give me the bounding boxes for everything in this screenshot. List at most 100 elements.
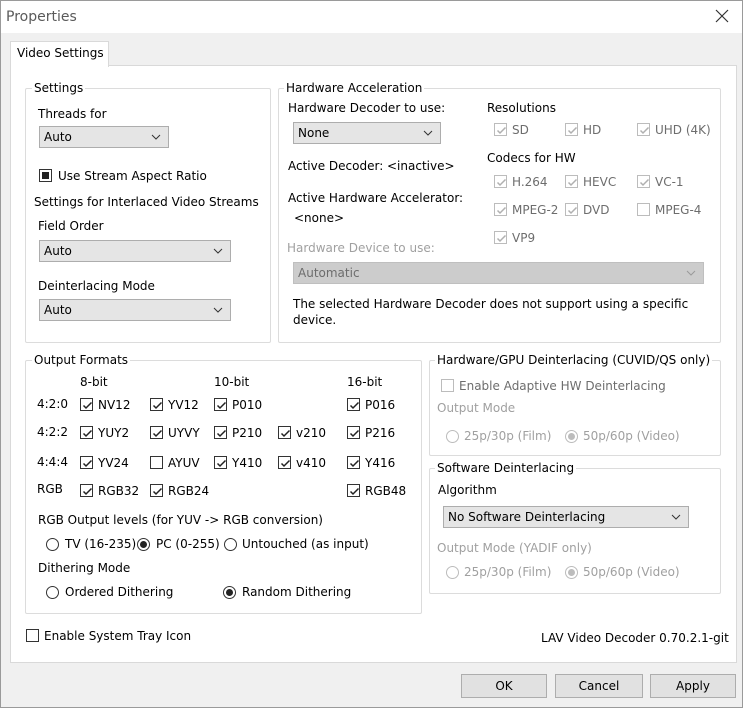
sw-output-mode-label: Output Mode (YADIF only) — [437, 541, 592, 555]
hw-film-radio[interactable] — [446, 430, 459, 443]
res-uhd-checkbox[interactable] — [637, 123, 650, 136]
codec-mpeg4-checkbox[interactable] — [637, 203, 650, 216]
pc-levels-radio[interactable] — [137, 538, 150, 551]
ordered-dither-radio[interactable] — [46, 586, 59, 599]
col-16bit-label: 16-bit — [347, 375, 383, 389]
random-dither-radio[interactable] — [223, 586, 236, 599]
res-sd-checkbox[interactable] — [494, 123, 507, 136]
rgb48-checkbox[interactable] — [347, 484, 360, 497]
hw-accel-group-label: Hardware Acceleration — [284, 81, 425, 95]
y410-checkbox[interactable] — [214, 456, 227, 469]
deint-mode-value: Auto — [44, 303, 72, 317]
rgb32-checkbox[interactable] — [80, 484, 93, 497]
y416-checkbox[interactable] — [347, 456, 360, 469]
codec-dvd-checkbox[interactable] — [565, 203, 578, 216]
row-420-label: 4:2:0 — [37, 397, 68, 411]
nv12-checkbox[interactable] — [80, 398, 93, 411]
rgb24-checkbox[interactable] — [150, 484, 163, 497]
p016-checkbox[interactable] — [347, 398, 360, 411]
title-bar: Properties — [1, 1, 742, 33]
uyvy-label: UYVY — [168, 426, 200, 440]
codec-vp9-checkbox[interactable] — [494, 231, 507, 244]
p210-checkbox[interactable] — [214, 426, 227, 439]
col-8bit-label: 8-bit — [80, 375, 108, 389]
resolutions-label: Resolutions — [487, 101, 556, 115]
algorithm-combo[interactable]: No Software Deinterlacing — [443, 506, 689, 528]
row-444-label: 4:4:4 — [37, 455, 68, 469]
hw-device-label: Hardware Device to use: — [287, 241, 435, 255]
random-dither-label: Random Dithering — [242, 585, 352, 599]
stream-aspect-checkbox[interactable] — [39, 169, 52, 182]
dithering-label: Dithering Mode — [38, 561, 131, 575]
untouched-levels-label: Untouched (as input) — [242, 537, 369, 551]
codec-dvd-label: DVD — [583, 203, 610, 217]
codecs-label: Codecs for HW — [487, 151, 576, 165]
field-order-combo[interactable]: Auto — [39, 240, 231, 262]
active-accel-value: <none> — [294, 211, 345, 225]
output-formats-group-label: Output Formats — [32, 353, 131, 367]
adaptive-hw-deint-label: Enable Adaptive HW Deinterlacing — [459, 379, 666, 393]
res-hd-label: HD — [583, 123, 602, 137]
p010-checkbox[interactable] — [214, 398, 227, 411]
ayuv-label: AYUV — [168, 456, 200, 470]
adaptive-hw-deint-checkbox[interactable] — [441, 379, 454, 392]
codec-h264-label: H.264 — [512, 175, 548, 189]
codec-vc1-checkbox[interactable] — [637, 175, 650, 188]
active-accel-label: Active Hardware Accelerator: — [288, 191, 464, 205]
hw-decoder-combo[interactable]: None — [293, 122, 441, 144]
tv-levels-label: TV (16-235) — [65, 537, 137, 551]
ayuv-checkbox[interactable] — [150, 456, 163, 469]
yv12-checkbox[interactable] — [150, 398, 163, 411]
ok-button[interactable]: OK — [461, 674, 547, 698]
active-decoder-value: <inactive> — [387, 159, 455, 173]
interlaced-label: Settings for Interlaced Video Streams — [34, 195, 259, 209]
y416-label: Y416 — [365, 456, 396, 470]
threads-value: Auto — [44, 130, 72, 144]
v410-label: v410 — [296, 456, 327, 470]
ordered-dither-label: Ordered Dithering — [65, 585, 174, 599]
p210-label: P210 — [232, 426, 263, 440]
v210-checkbox[interactable] — [278, 426, 291, 439]
cancel-button[interactable]: Cancel — [555, 674, 643, 698]
threads-label: Threads for — [38, 107, 107, 121]
untouched-levels-radio[interactable] — [224, 538, 237, 551]
res-sd-label: SD — [512, 123, 529, 137]
apply-button[interactable]: Apply — [650, 674, 736, 698]
field-order-label: Field Order — [38, 219, 104, 233]
hw-note-2: device. — [293, 313, 337, 327]
hw-device-value: Automatic — [298, 266, 360, 280]
hw-device-combo[interactable]: Automatic — [293, 262, 704, 284]
close-icon[interactable] — [709, 5, 735, 29]
p216-checkbox[interactable] — [347, 426, 360, 439]
hw-video-radio[interactable] — [565, 430, 578, 443]
system-tray-label: Enable System Tray Icon — [44, 629, 192, 643]
nv12-label: NV12 — [98, 398, 131, 412]
uyvy-checkbox[interactable] — [150, 426, 163, 439]
res-hd-checkbox[interactable] — [565, 123, 578, 136]
row-422-label: 4:2:2 — [37, 425, 68, 439]
codec-mpeg2-checkbox[interactable] — [494, 203, 507, 216]
system-tray-checkbox[interactable] — [26, 629, 39, 642]
pc-levels-label: PC (0-255) — [156, 537, 220, 551]
hw-video-label: 50p/60p (Video) — [583, 429, 680, 443]
hw-decoder-value: None — [298, 126, 330, 140]
yuy2-checkbox[interactable] — [80, 426, 93, 439]
hw-output-mode-label: Output Mode — [437, 401, 516, 415]
threads-combo[interactable]: Auto — [39, 126, 169, 148]
sw-film-radio[interactable] — [446, 566, 459, 579]
codec-hevc-checkbox[interactable] — [565, 175, 578, 188]
window-title: Properties — [6, 9, 77, 25]
yv24-checkbox[interactable] — [80, 456, 93, 469]
sw-deint-group-label: Software Deinterlacing — [435, 461, 577, 475]
field-order-value: Auto — [44, 244, 72, 258]
stream-aspect-label: Use Stream Aspect Ratio — [58, 169, 207, 183]
v410-checkbox[interactable] — [278, 456, 291, 469]
codec-h264-checkbox[interactable] — [494, 175, 507, 188]
sw-video-radio[interactable] — [565, 566, 578, 579]
codec-vc1-label: VC-1 — [655, 175, 684, 189]
deint-mode-combo[interactable]: Auto — [39, 299, 231, 321]
tv-levels-radio[interactable] — [46, 538, 59, 551]
sw-film-label: 25p/30p (Film) — [464, 565, 552, 579]
chevron-down-icon — [686, 270, 696, 276]
rgb48-label: RGB48 — [365, 484, 407, 498]
